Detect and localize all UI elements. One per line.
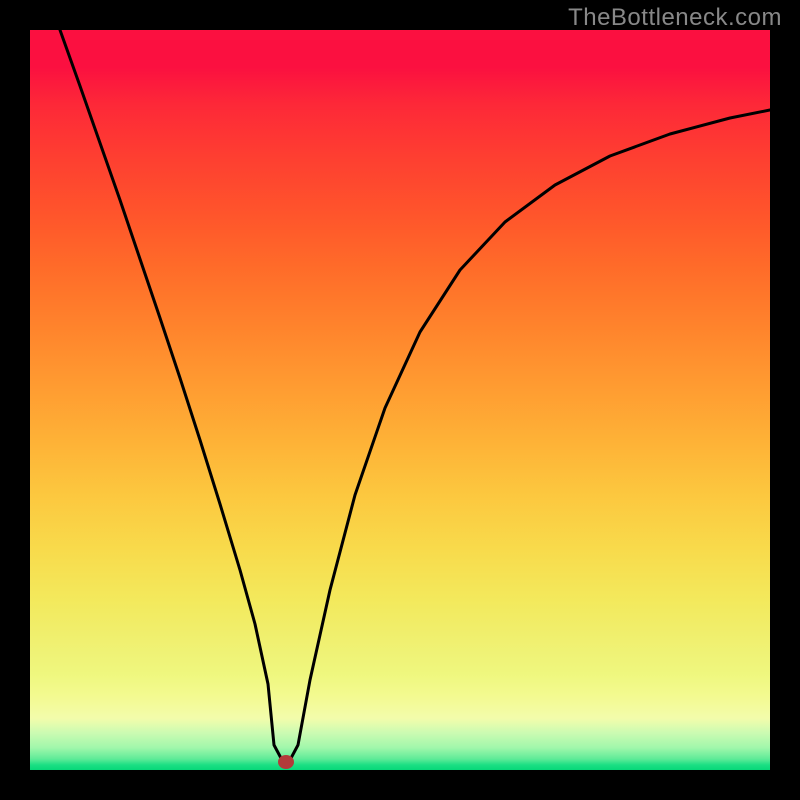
watermark-text: TheBottleneck.com xyxy=(568,4,782,32)
optimum-marker xyxy=(278,755,294,769)
bottleneck-curve xyxy=(30,30,770,770)
chart-frame: TheBottleneck.com xyxy=(0,0,800,800)
plot-area xyxy=(30,30,770,770)
curve-path xyxy=(60,30,770,760)
